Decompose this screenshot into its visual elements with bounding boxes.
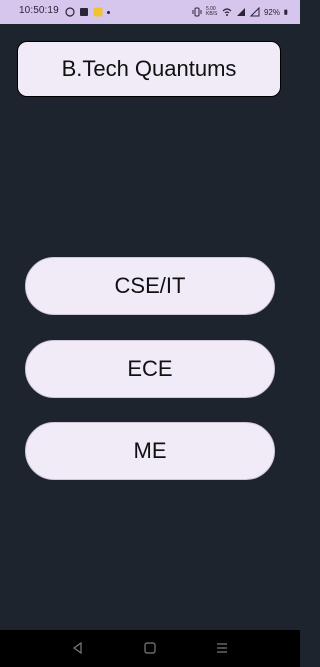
signal-icon-2: [249, 7, 260, 17]
notification-app-icon: [93, 7, 103, 17]
signal-icon: [236, 8, 245, 16]
battery-icon: [284, 9, 288, 15]
vibrate-icon: [192, 7, 202, 17]
back-icon[interactable]: [70, 640, 86, 656]
ece-button[interactable]: ECE: [25, 340, 275, 398]
cse-it-button[interactable]: CSE/IT: [25, 257, 275, 315]
page-title: B.Tech Quantums: [17, 41, 281, 97]
battery-text: 92%: [263, 7, 280, 17]
me-button[interactable]: ME: [25, 422, 275, 480]
wifi-icon: [222, 8, 232, 16]
dot-icon: [107, 10, 110, 14]
status-left-icons: [65, 5, 110, 19]
status-bar: 10:50:19 5.00 KB/S 92%: [0, 0, 300, 24]
home-icon[interactable]: [142, 640, 158, 656]
status-time: 10:50:19: [19, 5, 59, 16]
network-speed-icon: 5.00 KB/S: [205, 6, 218, 17]
navigation-bar: [0, 630, 300, 667]
whatsapp-icon: [65, 7, 75, 17]
recents-icon[interactable]: [214, 640, 230, 656]
status-right-icons: 5.00 KB/S 92%: [192, 5, 290, 19]
gallery-icon: [80, 8, 88, 16]
